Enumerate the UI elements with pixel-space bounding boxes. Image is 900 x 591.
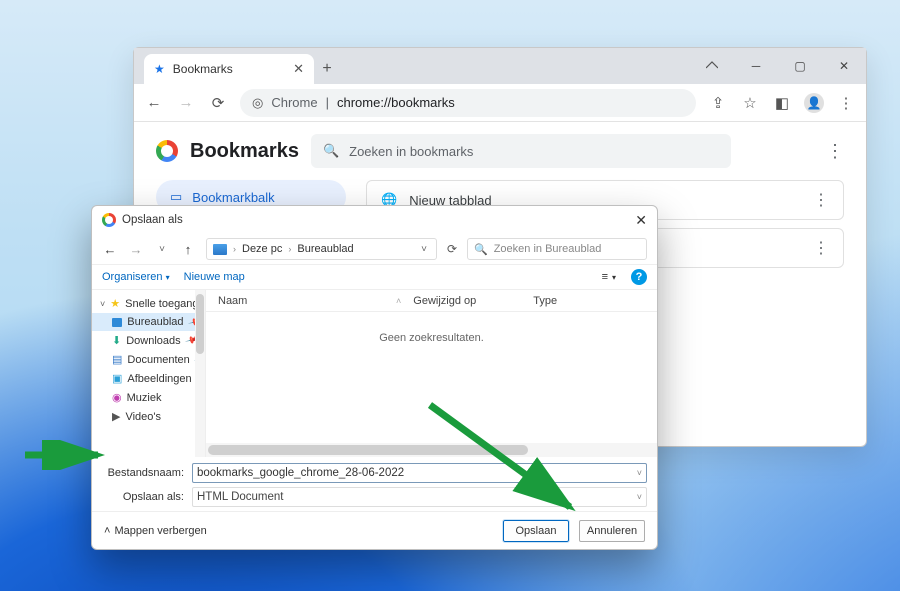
bookmarks-header: Bookmarks 🔍 Zoeken in bookmarks ⋮ <box>134 122 866 176</box>
filetype-label: Opslaan als: <box>102 491 184 503</box>
dialog-nav: ← → ˅ ↑ › Deze pc › Bureaublad ˅ ⟳ 🔍 Zoe… <box>92 234 657 264</box>
chrome-logo-icon <box>102 213 116 227</box>
video-icon: ▶ <box>112 410 120 423</box>
dialog-search[interactable]: 🔍 Zoeken in Bureaublad <box>467 238 647 260</box>
dlg-up-icon[interactable]: ˅ <box>154 244 170 255</box>
kebab-menu-icon[interactable]: ⋮ <box>836 94 856 112</box>
new-folder-button[interactable]: Nieuwe map <box>184 271 245 283</box>
bookmarks-search-placeholder: Zoeken in bookmarks <box>349 144 473 159</box>
browser-tab[interactable]: ★ Bookmarks ✕ <box>144 54 314 84</box>
dialog-titlebar: Opslaan als ✕ <box>92 206 657 234</box>
refresh-icon[interactable]: ⟳ <box>447 242 457 256</box>
search-icon: 🔍 <box>474 243 488 256</box>
chrome-logo-icon <box>156 140 178 162</box>
chevron-down-icon: ˅ <box>637 492 642 502</box>
col-name[interactable]: Naam <box>206 295 396 307</box>
profile-avatar-icon[interactable]: 👤 <box>804 93 824 113</box>
nav-tree: ˅ ★ Snelle toegang Bureaublad 📌 ⬇ Downlo… <box>92 290 206 457</box>
bookmarks-search[interactable]: 🔍 Zoeken in bookmarks <box>311 134 731 168</box>
window-close-icon[interactable]: ✕ <box>822 48 866 84</box>
desktop-icon <box>112 318 122 327</box>
dialog-close-icon[interactable]: ✕ <box>635 212 647 229</box>
nav-forward-icon[interactable]: → <box>176 94 196 111</box>
organize-menu[interactable]: Organiseren ▾ <box>102 271 170 283</box>
nav-reload-icon[interactable]: ⟳ <box>208 94 228 112</box>
hide-folders-toggle[interactable]: ˄ Mappen verbergen <box>104 525 207 537</box>
omnibox[interactable]: ◎ Chrome | chrome://bookmarks <box>240 89 696 117</box>
new-tab-button[interactable]: + <box>314 54 340 84</box>
breadcrumb[interactable]: › Deze pc › Bureaublad ˅ <box>206 238 437 260</box>
breadcrumb-leaf[interactable]: Bureaublad <box>297 243 353 255</box>
folder-icon: ▭ <box>170 189 182 205</box>
chevron-down-icon[interactable]: ˅ <box>637 468 642 478</box>
item-more-icon[interactable]: ⋮ <box>813 190 829 210</box>
view-mode-button[interactable]: ≡ ▾ <box>597 268 621 286</box>
file-list-header: Naam ˄ Gewijzigd op Type <box>206 290 657 312</box>
filename-input[interactable]: bookmarks_google_chrome_28-06-2022 ˅ <box>192 463 647 483</box>
sidepanel-icon[interactable]: ◧ <box>772 94 792 112</box>
music-icon: ◉ <box>112 391 122 404</box>
tree-downloads[interactable]: ⬇ Downloads 📌 <box>92 331 205 350</box>
share-icon[interactable]: ⇪ <box>708 94 728 112</box>
help-icon[interactable]: ? <box>631 269 647 285</box>
tree-desktop[interactable]: Bureaublad 📌 <box>92 313 205 331</box>
document-icon: ▤ <box>112 353 122 366</box>
tree-documents[interactable]: ▤ Documenten 📌 <box>92 350 205 369</box>
cancel-button[interactable]: Annuleren <box>579 520 645 542</box>
tree-music[interactable]: ◉ Muziek <box>92 388 205 407</box>
bookmark-icon[interactable]: ☆ <box>740 94 760 112</box>
toolbar: ← → ⟳ ◎ Chrome | chrome://bookmarks ⇪ ☆ … <box>134 84 866 122</box>
dlg-back-icon[interactable]: ← <box>102 242 118 257</box>
tree-scrollbar[interactable] <box>195 290 205 457</box>
bookmark-star-icon: ★ <box>154 62 165 76</box>
item-more-icon[interactable]: ⋮ <box>813 238 829 258</box>
chevron-up-icon: ˄ <box>104 525 110 537</box>
search-icon: 🔍 <box>323 143 339 159</box>
save-as-dialog: Opslaan als ✕ ← → ˅ ↑ › Deze pc › Bureau… <box>91 205 658 550</box>
window-minimize-icon[interactable] <box>690 48 734 84</box>
tree-videos[interactable]: ▶ Video's <box>92 407 205 426</box>
dialog-toolbar: Organiseren ▾ Nieuwe map ≡ ▾ ? <box>92 264 657 290</box>
dialog-footer: ˄ Mappen verbergen Opslaan Annuleren <box>92 511 657 549</box>
page-title: Bookmarks <box>190 140 299 163</box>
tree-pictures[interactable]: ▣ Afbeeldingen 📌 <box>92 369 205 388</box>
empty-state: Geen zoekresultaten. <box>206 312 657 443</box>
col-modified[interactable]: Gewijzigd op <box>401 295 521 307</box>
filename-label: Bestandsnaam: <box>102 467 184 479</box>
dialog-title: Opslaan als <box>122 214 183 226</box>
tab-title: Bookmarks <box>173 62 233 76</box>
picture-icon: ▣ <box>112 372 122 385</box>
chevron-down-icon: ˅ <box>100 299 105 309</box>
window-maximize-icon[interactable]: ▢ <box>778 48 822 84</box>
download-icon: ⬇ <box>112 334 121 347</box>
omnibox-prefix: Chrome <box>271 95 317 110</box>
dlg-up-arrow-icon[interactable]: ↑ <box>180 242 196 257</box>
tree-quick-access[interactable]: ˅ ★ Snelle toegang <box>92 294 205 313</box>
dlg-forward-icon[interactable]: → <box>128 242 144 257</box>
tab-close-icon[interactable]: ✕ <box>293 61 304 77</box>
nav-back-icon[interactable]: ← <box>144 94 164 111</box>
save-button[interactable]: Opslaan <box>503 520 569 542</box>
star-icon: ★ <box>110 297 120 310</box>
filetype-select[interactable]: HTML Document ˅ <box>192 487 647 507</box>
sidebar-folder-label: Bookmarkbalk <box>192 190 274 205</box>
breadcrumb-root[interactable]: Deze pc <box>242 243 282 255</box>
chevron-right-icon: › <box>233 244 236 254</box>
omnibox-url: chrome://bookmarks <box>337 95 455 110</box>
chevron-right-icon: › <box>288 244 291 254</box>
file-list: Naam ˄ Gewijzigd op Type Geen zoekresult… <box>206 290 657 457</box>
col-type[interactable]: Type <box>521 295 569 307</box>
chrome-chip-icon: ◎ <box>252 95 263 111</box>
chevron-down-icon[interactable]: ˅ <box>421 244 430 255</box>
dialog-search-placeholder: Zoeken in Bureaublad <box>494 243 602 255</box>
horizontal-scrollbar[interactable] <box>206 443 657 457</box>
titlebar: ★ Bookmarks ✕ + ─ ▢ ✕ <box>134 48 866 84</box>
chevron-down-icon: ▾ <box>166 273 170 282</box>
window-minimize2-icon[interactable]: ─ <box>734 48 778 84</box>
this-pc-icon <box>213 244 227 255</box>
omnibox-sep: | <box>326 95 329 110</box>
bookmarks-more-icon[interactable]: ⋮ <box>826 141 844 162</box>
